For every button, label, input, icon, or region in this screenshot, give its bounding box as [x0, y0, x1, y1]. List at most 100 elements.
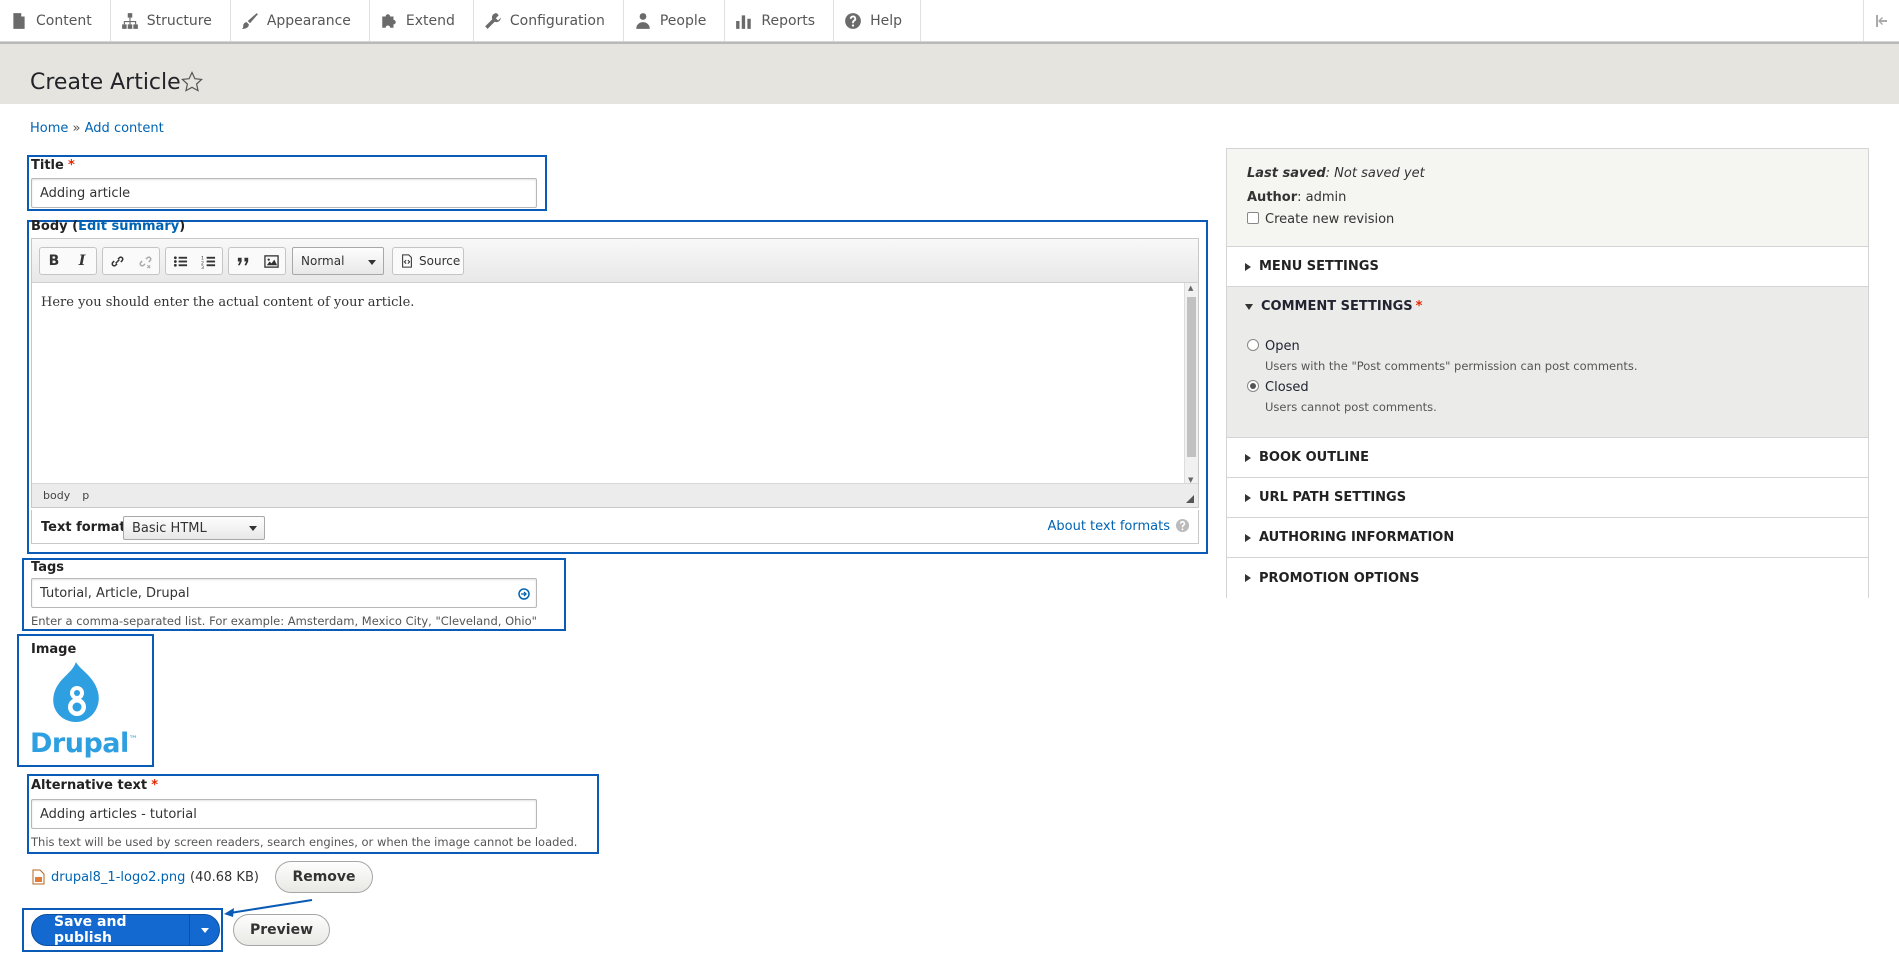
- section-menu-settings[interactable]: MENU SETTINGS: [1227, 247, 1868, 287]
- toolbar-item-label: Structure: [146, 12, 212, 29]
- save-dropdown-toggle[interactable]: [190, 927, 219, 933]
- help-icon[interactable]: [1175, 518, 1190, 533]
- toolbar-item-reports[interactable]: Reports: [725, 0, 835, 41]
- text-format-label: Text format: [41, 520, 126, 535]
- sitemap-icon: [121, 12, 138, 29]
- toolbar-item-extend[interactable]: Extend: [370, 0, 474, 41]
- section-promotion-options[interactable]: PROMOTION OPTIONS: [1227, 558, 1868, 598]
- toolbar-item-structure[interactable]: Structure: [111, 0, 231, 41]
- chevron-right-icon: [1245, 493, 1251, 502]
- toolbar-item-label: Appearance: [266, 12, 351, 29]
- toolbar-item-label: People: [659, 12, 707, 29]
- save-and-publish-button[interactable]: Save and publish: [31, 914, 220, 946]
- link-button[interactable]: [103, 248, 131, 274]
- chevron-down-icon: [200, 927, 209, 933]
- comment-open-radio[interactable]: [1247, 339, 1259, 351]
- file-size: (40.68 KB): [190, 870, 259, 885]
- alt-text-input[interactable]: Adding articles - tutorial: [31, 799, 537, 829]
- meta-sidebar: Last saved: Not saved yet Author: admin …: [1226, 148, 1869, 598]
- paintbrush-icon: [241, 12, 258, 29]
- edit-summary-link[interactable]: Edit summary: [78, 219, 179, 234]
- about-text-formats-link[interactable]: About text formats: [1047, 519, 1170, 534]
- toolbar-item-label: Extend: [405, 12, 455, 29]
- create-revision-checkbox[interactable]: [1247, 212, 1259, 224]
- title-input[interactable]: Adding article: [31, 178, 537, 208]
- toolbar-item-people[interactable]: People: [624, 0, 726, 41]
- chart-icon: [736, 14, 752, 29]
- blockquote-button[interactable]: [229, 248, 257, 274]
- bulleted-list-button[interactable]: [166, 248, 194, 274]
- file-icon: [13, 12, 25, 29]
- resize-handle-icon[interactable]: [1186, 495, 1194, 503]
- last-saved: Last saved: Not saved yet: [1247, 166, 1425, 181]
- sidebar-meta: Last saved: Not saved yet Author: admin …: [1227, 149, 1868, 247]
- breadcrumb-home-link[interactable]: Home: [30, 121, 68, 136]
- alt-text-description: This text will be used by screen readers…: [31, 835, 578, 849]
- section-url-path-settings[interactable]: URL PATH SETTINGS: [1227, 478, 1868, 518]
- italic-button[interactable]: I: [68, 248, 96, 274]
- breadcrumb: Home » Add content: [30, 121, 164, 136]
- remove-button[interactable]: Remove: [275, 861, 373, 893]
- preview-button[interactable]: Preview: [233, 914, 330, 946]
- blockquote-icon: [237, 257, 248, 265]
- required-marker: *: [151, 778, 159, 793]
- editor-group-blocks: [228, 247, 286, 275]
- editor-content-area[interactable]: Here you should enter the actual content…: [41, 295, 414, 310]
- drupal-logo-icon: [53, 662, 99, 722]
- editor-toolbar: B I 123 Normal Source: [32, 239, 1198, 283]
- source-button[interactable]: Source: [392, 247, 464, 275]
- toolbar-item-configuration[interactable]: Configuration: [474, 0, 624, 41]
- create-revision-label: Create new revision: [1265, 212, 1395, 227]
- person-icon: [636, 12, 650, 29]
- section-authoring-information[interactable]: AUTHORING INFORMATION: [1227, 518, 1868, 558]
- chevron-right-icon: [1245, 262, 1251, 271]
- toolbar-item-appearance[interactable]: Appearance: [231, 0, 370, 41]
- path-item-p[interactable]: p: [82, 489, 89, 502]
- editor-element-path: body p: [32, 483, 1198, 507]
- svg-text:3: 3: [201, 265, 204, 269]
- autocomplete-icon: [518, 588, 530, 600]
- toolbar-orientation-toggle[interactable]: [1863, 0, 1899, 41]
- text-format-row: Text format Basic HTML About text format…: [31, 510, 1199, 544]
- chevron-down-icon: [368, 260, 376, 265]
- image-button[interactable]: [257, 248, 285, 274]
- comment-open-description: Users with the "Post comments" permissio…: [1265, 359, 1638, 373]
- star-icon[interactable]: [180, 70, 204, 94]
- page-header: Create Article: [0, 44, 1899, 104]
- comment-closed-radio[interactable]: [1247, 380, 1259, 392]
- numbered-list-icon: 123: [201, 255, 215, 269]
- body-editor: B I 123 Normal Source Here you should en…: [31, 238, 1199, 508]
- toolbar-item-content[interactable]: Content: [0, 0, 111, 41]
- numbered-list-button[interactable]: 123: [194, 248, 222, 274]
- breadcrumb-add-content-link[interactable]: Add content: [85, 121, 164, 136]
- file-link[interactable]: drupal8_1-logo2.png: [51, 870, 185, 885]
- required-marker: *: [1415, 299, 1423, 314]
- section-comment-settings[interactable]: COMMENT SETTINGS *: [1245, 299, 1422, 314]
- editor-group-links: [102, 247, 160, 275]
- toolbar-item-label: Configuration: [509, 12, 605, 29]
- toolbar-item-help[interactable]: Help: [834, 0, 921, 41]
- format-select[interactable]: Normal: [292, 247, 384, 275]
- puzzle-icon: [382, 13, 396, 28]
- bold-button[interactable]: B: [40, 248, 68, 274]
- toolbar-item-label: Content: [36, 12, 92, 29]
- tags-description: Enter a comma-separated list. For exampl…: [31, 614, 537, 628]
- path-item-body[interactable]: body: [43, 489, 70, 502]
- chevron-down-icon: [249, 526, 257, 531]
- unlink-button[interactable]: [131, 248, 159, 274]
- breadcrumb-separator: »: [72, 121, 81, 136]
- section-book-outline[interactable]: BOOK OUTLINE: [1227, 438, 1868, 478]
- image-icon: [263, 254, 279, 268]
- scrollbar-thumb[interactable]: [1187, 297, 1196, 457]
- collapse-icon: [1875, 14, 1887, 27]
- body-label: Body (Edit summary): [31, 219, 186, 234]
- image-label: Image: [31, 642, 77, 657]
- help-icon: [845, 12, 861, 29]
- text-format-select[interactable]: Basic HTML: [123, 516, 265, 540]
- tags-input[interactable]: Tutorial, Article, Drupal: [31, 578, 537, 608]
- toolbar-item-label: Reports: [761, 12, 816, 29]
- title-label: Title *: [31, 158, 75, 173]
- source-icon: [402, 254, 412, 268]
- editor-scrollbar[interactable]: ▲ ▼: [1184, 283, 1198, 485]
- scroll-up-icon[interactable]: ▲: [1188, 284, 1193, 292]
